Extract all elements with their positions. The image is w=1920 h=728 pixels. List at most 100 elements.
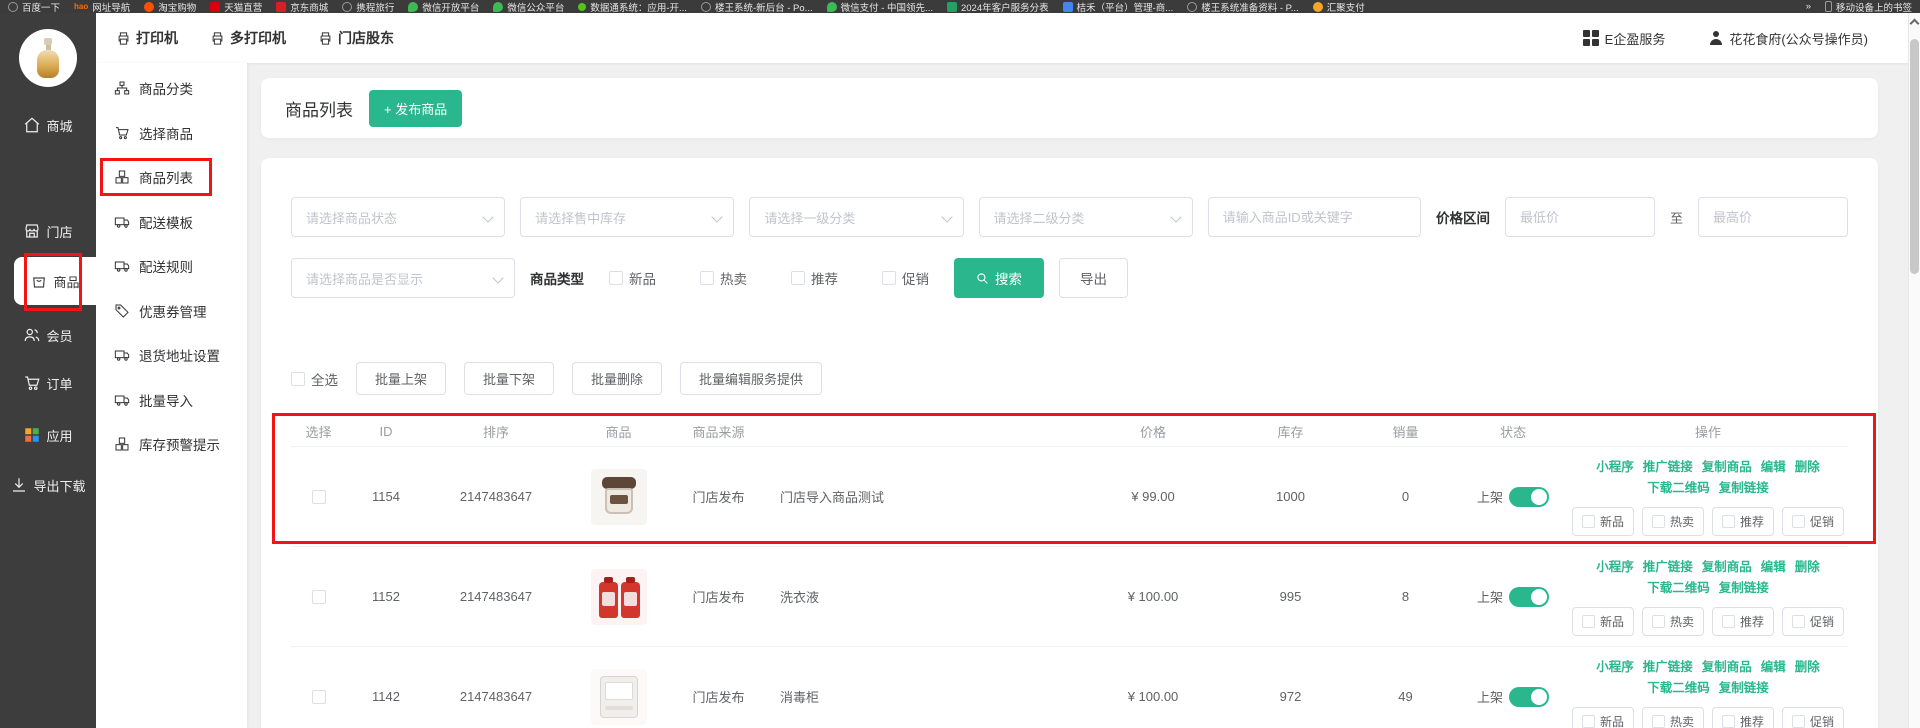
miniprogram-link[interactable]: 小程序 [1596, 558, 1634, 577]
bookmark-item[interactable]: 2024年客户服务分表 [947, 0, 1049, 13]
delete-link[interactable]: 删除 [1795, 458, 1820, 477]
bookmark-item[interactable]: 淘宝购物 [144, 0, 196, 13]
user-account[interactable]: 花花食府(公众号操作员) [1709, 29, 1868, 48]
copy-product-link[interactable]: 复制商品 [1702, 658, 1752, 677]
bookmark-item[interactable]: 桔禾（平台）管理-商... [1063, 0, 1174, 13]
select-all-checkbox[interactable]: 全选 [291, 369, 338, 389]
product-image[interactable] [591, 569, 647, 625]
bookmark-item[interactable]: » [1806, 1, 1811, 12]
submenu-item-return-address[interactable]: 退货地址设置 [96, 333, 247, 378]
type-checkbox-promo[interactable]: 促销 [882, 268, 929, 288]
chip-recommend[interactable]: 推荐 [1712, 707, 1774, 728]
chip-recommend[interactable]: 推荐 [1712, 607, 1774, 636]
scrollbar[interactable] [1908, 13, 1920, 728]
chip-hot[interactable]: 热卖 [1642, 507, 1704, 536]
sidebar-item-export-download[interactable]: 导出下载 [0, 461, 96, 509]
min-price-input[interactable] [1505, 197, 1655, 237]
chip-hot[interactable]: 热卖 [1642, 707, 1704, 728]
submenu-item-batch-import[interactable]: 批量导入 [96, 378, 247, 423]
chip-new[interactable]: 新品 [1572, 607, 1634, 636]
bookmark-item[interactable]: 楼王系统-新后台 - Po... [701, 0, 813, 13]
topbar-link-multi-printer[interactable]: 多打印机 [210, 28, 286, 48]
type-checkbox-hot[interactable]: 热卖 [700, 268, 747, 288]
download-qrcode-link[interactable]: 下载二维码 [1647, 479, 1710, 498]
service-link[interactable]: E企盈服务 [1583, 29, 1666, 48]
select-stock-on-sale[interactable]: 请选择售中库存 [520, 197, 734, 237]
copy-link-link[interactable]: 复制链接 [1719, 479, 1769, 498]
status-toggle[interactable] [1509, 487, 1549, 507]
chip-promo[interactable]: 促销 [1782, 607, 1844, 636]
sidebar-item-orders[interactable]: 订单 [0, 359, 96, 407]
delete-link[interactable]: 删除 [1795, 558, 1820, 577]
bookmark-item[interactable]: 移动设备上的书签 [1825, 0, 1912, 13]
select-product-status[interactable]: 请选择商品状态 [291, 197, 505, 237]
submenu-item-product-category[interactable]: 商品分类 [96, 66, 247, 111]
row-checkbox[interactable] [312, 590, 326, 604]
publish-product-button[interactable]: + 发布商品 [369, 90, 462, 127]
bookmark-item[interactable]: 携程旅行 [342, 0, 394, 13]
product-image[interactable] [591, 669, 647, 725]
download-qrcode-link[interactable]: 下载二维码 [1647, 679, 1710, 698]
edit-link[interactable]: 编辑 [1761, 658, 1786, 677]
select-level2-category[interactable]: 请选择二级分类 [979, 197, 1193, 237]
batch-off-shelf-button[interactable]: 批量下架 [464, 362, 554, 395]
submenu-item-coupon-management[interactable]: 优惠券管理 [96, 289, 247, 334]
type-checkbox-new[interactable]: 新品 [609, 268, 656, 288]
copy-product-link[interactable]: 复制商品 [1702, 558, 1752, 577]
sidebar-item-members[interactable]: 会员 [0, 311, 96, 359]
submenu-item-stock-alert[interactable]: 库存预警提示 [96, 422, 247, 467]
download-qrcode-link[interactable]: 下载二维码 [1647, 579, 1710, 598]
product-image[interactable] [591, 469, 647, 525]
chip-recommend[interactable]: 推荐 [1712, 507, 1774, 536]
scroll-up-arrow-icon[interactable] [1910, 19, 1920, 29]
bookmark-item[interactable]: hao网址导航 [74, 0, 130, 13]
bookmark-item[interactable]: 微信公众平台 [493, 0, 564, 13]
max-price-input[interactable] [1698, 197, 1848, 237]
chip-promo[interactable]: 促销 [1782, 707, 1844, 728]
chip-hot[interactable]: 热卖 [1642, 607, 1704, 636]
copy-link-link[interactable]: 复制链接 [1719, 679, 1769, 698]
row-checkbox[interactable] [312, 490, 326, 504]
bookmark-item[interactable]: 百度一下 [8, 0, 60, 13]
bookmark-item[interactable]: 京东商城 [276, 0, 328, 13]
topbar-link-store-shareholder[interactable]: 门店股东 [318, 28, 394, 48]
type-checkbox-recommend[interactable]: 推荐 [791, 268, 838, 288]
miniprogram-link[interactable]: 小程序 [1596, 658, 1634, 677]
search-button[interactable]: 搜索 [954, 258, 1044, 298]
edit-link[interactable]: 编辑 [1761, 558, 1786, 577]
select-product-visibility[interactable]: 请选择商品是否显示 [291, 258, 515, 298]
sidebar-item-apps[interactable]: 应用 [0, 411, 96, 459]
row-checkbox[interactable] [312, 690, 326, 704]
sidebar-item-store[interactable]: 门店 [0, 207, 96, 255]
batch-on-shelf-button[interactable]: 批量上架 [356, 362, 446, 395]
bookmark-item[interactable]: 数据通系统：应用-开... [578, 0, 687, 13]
bookmark-item[interactable]: 微信开放平台 [408, 0, 479, 13]
batch-delete-button[interactable]: 批量删除 [572, 362, 662, 395]
submenu-item-select-product[interactable]: 选择商品 [96, 111, 247, 156]
submenu-item-delivery-template[interactable]: 配送模板 [96, 200, 247, 245]
submenu-item-product-list[interactable]: 商品列表 [96, 155, 247, 200]
copy-link-link[interactable]: 复制链接 [1719, 579, 1769, 598]
submenu-item-delivery-rules[interactable]: 配送规则 [96, 244, 247, 289]
topbar-link-printer[interactable]: 打印机 [116, 28, 178, 48]
chip-promo[interactable]: 促销 [1782, 507, 1844, 536]
chip-new[interactable]: 新品 [1572, 507, 1634, 536]
chip-new[interactable]: 新品 [1572, 707, 1634, 728]
status-toggle[interactable] [1509, 587, 1549, 607]
bookmark-item[interactable]: 汇聚支付 [1313, 0, 1365, 13]
keyword-input[interactable] [1208, 197, 1421, 237]
miniprogram-link[interactable]: 小程序 [1596, 458, 1634, 477]
promo-link-link[interactable]: 推广链接 [1643, 558, 1693, 577]
sidebar-item-goods[interactable]: 商品 [14, 257, 96, 305]
avatar[interactable] [19, 29, 77, 87]
edit-link[interactable]: 编辑 [1761, 458, 1786, 477]
export-button[interactable]: 导出 [1059, 258, 1128, 298]
bookmark-item[interactable]: 天猫直营 [210, 0, 262, 13]
promo-link-link[interactable]: 推广链接 [1643, 458, 1693, 477]
delete-link[interactable]: 删除 [1795, 658, 1820, 677]
sidebar-item-mall[interactable]: 商城 [0, 101, 96, 149]
batch-edit-service-button[interactable]: 批量编辑服务提供 [680, 362, 822, 395]
copy-product-link[interactable]: 复制商品 [1702, 458, 1752, 477]
bookmark-item[interactable]: 楼王系统准备资料 - P... [1187, 0, 1298, 13]
select-level1-category[interactable]: 请选择一级分类 [749, 197, 963, 237]
